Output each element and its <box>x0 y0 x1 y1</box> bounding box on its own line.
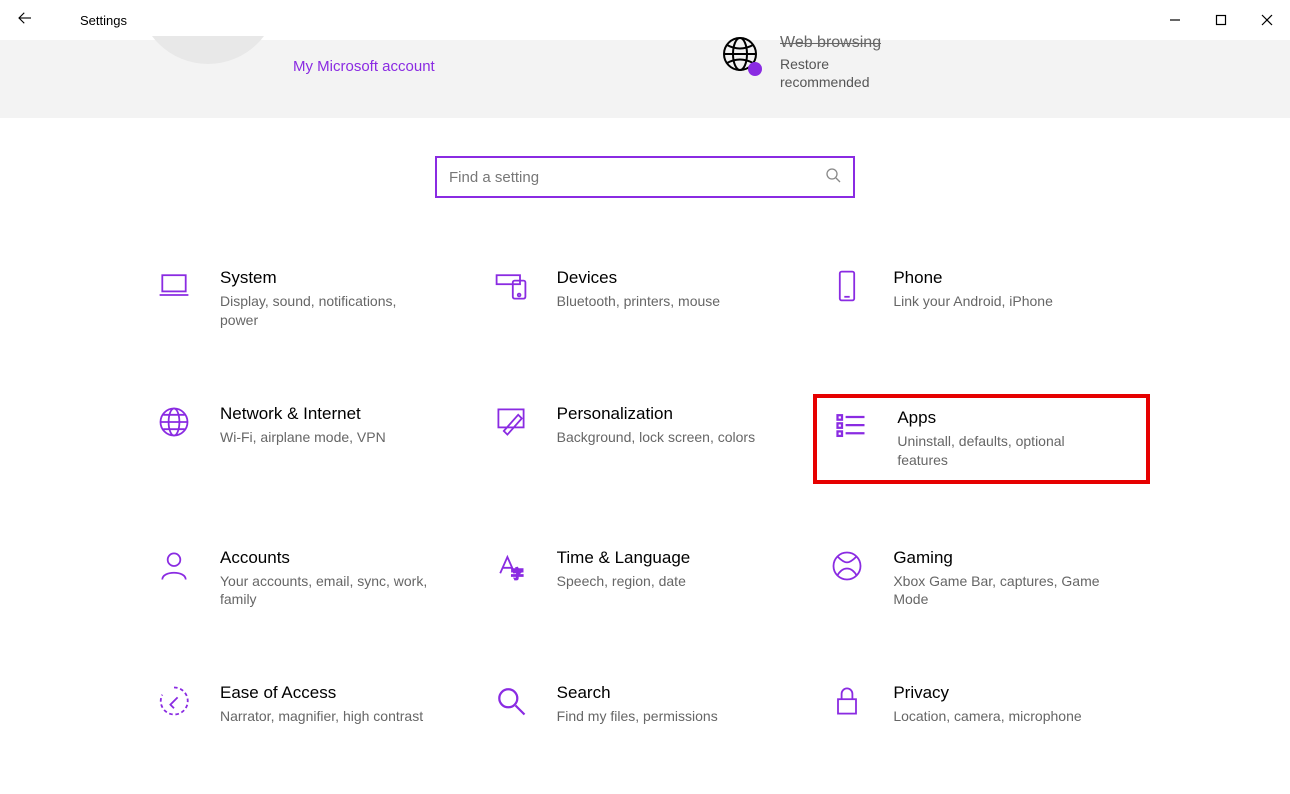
magnifier-icon <box>491 683 531 723</box>
tile-title: Apps <box>897 408 1107 428</box>
tile-title: Devices <box>557 268 720 288</box>
ease-of-access-icon <box>154 683 194 723</box>
tile-ease-of-access[interactable]: Ease of Access Narrator, magnifier, high… <box>140 673 477 736</box>
tile-title: Accounts <box>220 548 430 568</box>
avatar-icon <box>148 36 268 84</box>
window-controls <box>1152 0 1290 40</box>
xbox-icon <box>827 548 867 588</box>
apps-list-icon <box>831 408 871 448</box>
laptop-icon <box>154 268 194 308</box>
tile-desc: Background, lock screen, colors <box>557 428 755 447</box>
tile-apps[interactable]: Apps Uninstall, defaults, optional featu… <box>813 394 1150 484</box>
status-dot-icon <box>748 62 762 76</box>
tile-title: Gaming <box>893 548 1103 568</box>
tile-accounts[interactable]: Accounts Your accounts, email, sync, wor… <box>140 538 477 620</box>
tile-gaming[interactable]: Gaming Xbox Game Bar, captures, Game Mod… <box>813 538 1150 620</box>
tile-desc: Find my files, permissions <box>557 707 718 726</box>
web-browsing-title: Web browsing <box>780 34 881 52</box>
tile-title: System <box>220 268 430 288</box>
tile-title: Search <box>557 683 718 703</box>
tile-desc: Bluetooth, printers, mouse <box>557 292 720 311</box>
tile-desc: Your accounts, email, sync, work, family <box>220 572 430 610</box>
tile-system[interactable]: System Display, sound, notifications, po… <box>140 258 477 340</box>
tile-phone[interactable]: Phone Link your Android, iPhone <box>813 258 1150 340</box>
tile-search[interactable]: Search Find my files, permissions <box>477 673 814 736</box>
tile-desc: Narrator, magnifier, high contrast <box>220 707 423 726</box>
tile-desc: Wi-Fi, airplane mode, VPN <box>220 428 386 447</box>
tile-network-internet[interactable]: Network & Internet Wi-Fi, airplane mode,… <box>140 394 477 484</box>
tile-desc: Uninstall, defaults, optional features <box>897 432 1107 470</box>
globe-grid-icon <box>154 404 194 444</box>
tile-desc: Link your Android, iPhone <box>893 292 1053 311</box>
search-icon <box>825 167 841 187</box>
tile-desc: Xbox Game Bar, captures, Game Mode <box>893 572 1103 610</box>
tile-title: Ease of Access <box>220 683 423 703</box>
tile-title: Privacy <box>893 683 1081 703</box>
tile-title: Personalization <box>557 404 755 424</box>
search-input[interactable] <box>449 169 825 186</box>
language-icon: 字 <box>491 548 531 588</box>
my-microsoft-account-link[interactable]: My Microsoft account <box>293 58 435 75</box>
web-browsing-subtitle: Restore recommended <box>780 55 881 91</box>
phone-icon <box>827 268 867 308</box>
back-button[interactable] <box>0 9 50 32</box>
paintbrush-icon <box>491 404 531 444</box>
tile-title: Phone <box>893 268 1053 288</box>
web-browsing-tile[interactable]: Web browsing Restore recommended <box>720 34 881 91</box>
tile-time-language[interactable]: 字 Time & Language Speech, region, date <box>477 538 814 620</box>
titlebar: Settings <box>0 0 1290 40</box>
tile-devices[interactable]: Devices Bluetooth, printers, mouse <box>477 258 814 340</box>
tile-desc: Location, camera, microphone <box>893 707 1081 726</box>
lock-icon <box>827 683 867 723</box>
tile-desc: Speech, region, date <box>557 572 691 591</box>
close-button[interactable] <box>1244 0 1290 40</box>
svg-text:字: 字 <box>511 567 524 581</box>
minimize-button[interactable] <box>1152 0 1198 40</box>
devices-icon <box>491 268 531 308</box>
search-box[interactable] <box>435 156 855 198</box>
tile-desc: Display, sound, notifications, power <box>220 292 430 330</box>
tile-privacy[interactable]: Privacy Location, camera, microphone <box>813 673 1150 736</box>
window-title: Settings <box>80 13 127 28</box>
account-banner: My Microsoft account Web browsing Restor… <box>0 40 1290 118</box>
person-icon <box>154 548 194 588</box>
maximize-button[interactable] <box>1198 0 1244 40</box>
tile-title: Network & Internet <box>220 404 386 424</box>
tile-title: Time & Language <box>557 548 691 568</box>
settings-category-grid: System Display, sound, notifications, po… <box>140 258 1150 736</box>
tile-personalization[interactable]: Personalization Background, lock screen,… <box>477 394 814 484</box>
